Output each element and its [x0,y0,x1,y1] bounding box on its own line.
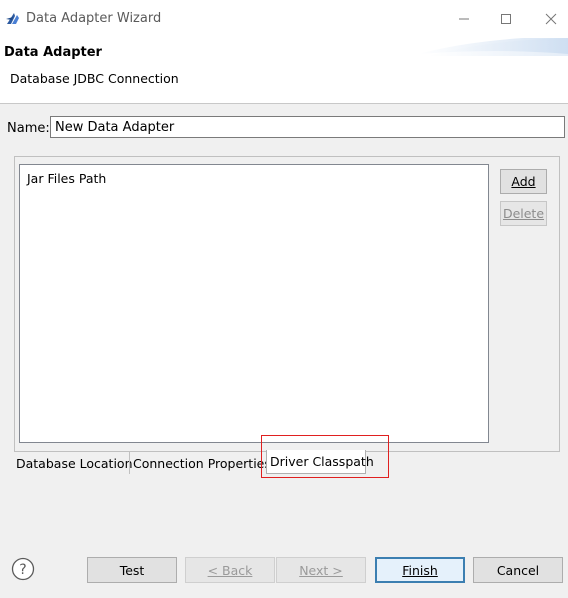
highlight-annotation [261,435,389,478]
name-label: Name: [7,121,50,136]
close-icon [545,13,557,25]
delete-button[interactable]: Delete [500,201,547,226]
close-button[interactable] [538,6,564,32]
title-bar: Data Adapter Wizard [0,0,568,38]
maximize-icon [501,14,511,24]
minimize-icon [459,18,469,20]
wizard-header: Data Adapter Database JDBC Connection [0,38,568,104]
tab-database-location[interactable]: Database Location [14,452,135,474]
page-subtitle: Database JDBC Connection [10,71,179,86]
next-button[interactable]: Next > [276,557,366,583]
delete-button-label: Delete [502,206,545,221]
finish-button[interactable]: Finish [375,557,465,583]
header-banner-graphic [418,38,568,56]
page-title: Data Adapter [4,45,102,60]
minimize-button[interactable] [451,6,477,32]
test-button[interactable]: Test [87,557,177,583]
jar-files-column-header: Jar Files Path [27,171,107,186]
tab-label: Connection Properties [133,455,271,471]
next-button-label: Next > [299,562,343,578]
jar-files-list[interactable]: Jar Files Path [19,164,489,443]
back-button[interactable]: < Back [185,557,275,583]
maximize-button[interactable] [493,6,519,32]
cancel-button[interactable]: Cancel [473,557,563,583]
help-icon[interactable]: ? [11,557,35,581]
eclipse-icon [6,13,19,24]
finish-button-label: Finish [402,562,438,578]
add-button[interactable]: Add [500,169,547,194]
back-button-label: < Back [207,562,253,578]
svg-text:?: ? [19,562,26,578]
add-button-label: Add [511,174,536,189]
name-input[interactable] [50,116,565,138]
tab-label: Database Location [16,455,133,471]
tab-connection-properties[interactable]: Connection Properties [129,452,273,474]
window-title: Data Adapter Wizard [26,11,162,26]
